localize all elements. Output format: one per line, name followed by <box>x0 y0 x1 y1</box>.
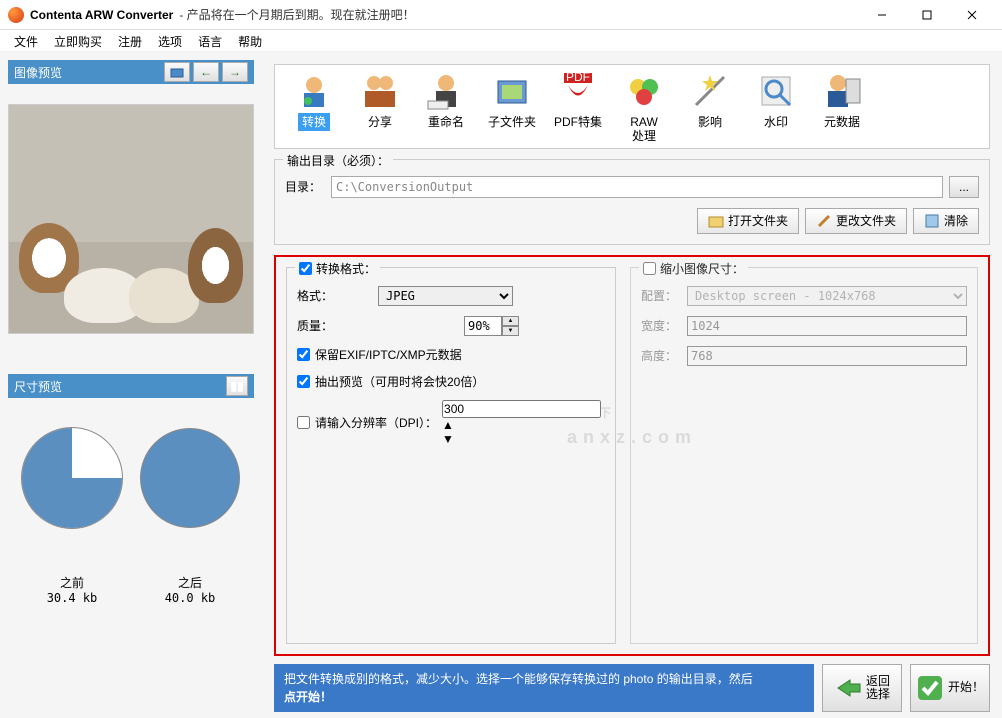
minimize-button[interactable] <box>859 0 904 30</box>
convert-legend: 转换格式： <box>316 260 376 277</box>
menu-language[interactable]: 语言 <box>190 30 230 51</box>
clear-icon <box>924 213 940 229</box>
tab-share[interactable]: 分享 <box>349 71 411 146</box>
format-label: 格式： <box>297 287 372 304</box>
dpi-label: 请输入分辨率（DPI）： <box>315 414 437 431</box>
extract-preview-label: 抽出预览（可用时将会快20倍） <box>315 373 484 390</box>
output-legend: 输出目录（必须）： <box>283 152 393 169</box>
pause-button[interactable]: ▮▮ <box>226 376 248 396</box>
share-icon <box>360 71 400 111</box>
height-label: 高度： <box>641 347 681 364</box>
subfolder-icon <box>492 71 532 111</box>
titlebar: Contenta ARW Converter - 产品将在一个月期后到期。现在就… <box>0 0 1002 30</box>
width-input[interactable] <box>687 316 967 336</box>
dpi-spinner[interactable]: ▲▼ <box>442 400 601 446</box>
before-label: 之前 <box>60 574 84 591</box>
image-preview-header: 图像预览 ← → <box>8 60 254 84</box>
convert-format-checkbox[interactable] <box>299 262 312 275</box>
back-button[interactable]: 返回 选择 <box>822 664 902 712</box>
start-button[interactable]: 开始！ <box>910 664 990 712</box>
convert-format-group: 转换格式： 格式： JPEG 质量： ▲▼ 保留EXIF/IPTC/XMP <box>286 267 616 644</box>
after-pie-icon <box>140 428 240 528</box>
dir-input[interactable] <box>331 176 943 198</box>
watermark-icon <box>756 71 796 111</box>
clear-button[interactable]: 清除 <box>913 208 979 234</box>
metadata-icon <box>822 71 862 111</box>
keep-exif-checkbox[interactable] <box>297 348 310 361</box>
size-comparison: 之前 30.4 kb 之后 40.0 kb <box>8 398 254 615</box>
tab-pdf[interactable]: PDF PDF特集 <box>547 71 609 146</box>
svg-text:PDF: PDF <box>566 71 590 84</box>
tip-box: 把文件转换成别的格式，减少大小。选择一个能够保存转换过的 photo 的输出目录… <box>274 664 814 712</box>
dpi-checkbox[interactable] <box>297 416 310 429</box>
app-subtitle: - 产品将在一个月期后到期。现在就注册吧！ <box>179 6 414 23</box>
menu-file[interactable]: 文件 <box>6 30 46 51</box>
app-icon <box>8 7 24 23</box>
convert-icon <box>294 71 334 111</box>
menu-register[interactable]: 注册 <box>110 30 150 51</box>
menu-options[interactable]: 选项 <box>150 30 190 51</box>
tab-rename[interactable]: 重命名 <box>415 71 477 146</box>
folder-icon <box>708 213 724 229</box>
height-input[interactable] <box>687 346 967 366</box>
bottom-bar: 把文件转换成别的格式，减少大小。选择一个能够保存转换过的 photo 的输出目录… <box>274 664 990 712</box>
browse-button[interactable]: ... <box>949 176 979 198</box>
width-label: 宽度： <box>641 317 681 334</box>
preset-select[interactable]: Desktop screen - 1024x768 <box>687 286 967 306</box>
right-panel: 转换 分享 重命名 子文件夹 PDF PDF特集 RAW 处理 <box>262 52 1002 718</box>
left-panel: 图像预览 ← → 尺寸预览 ▮▮ 之前 30.4 kb 之后 <box>0 52 262 718</box>
change-folder-button[interactable]: 更改文件夹 <box>805 208 907 234</box>
open-folder-button[interactable]: 打开文件夹 <box>697 208 799 234</box>
shrink-group: 缩小图像尺寸： 配置： Desktop screen - 1024x768 宽度… <box>630 267 978 644</box>
shrink-checkbox[interactable] <box>643 262 656 275</box>
tab-raw[interactable]: RAW 处理 <box>613 71 675 146</box>
size-preview-label: 尺寸预览 <box>14 378 62 395</box>
close-button[interactable] <box>949 0 994 30</box>
before-pie-icon <box>22 428 122 528</box>
pdf-icon: PDF <box>558 71 598 111</box>
preset-label: 配置： <box>641 287 681 304</box>
tab-effects[interactable]: 影响 <box>679 71 741 146</box>
keep-exif-label: 保留EXIF/IPTC/XMP元数据 <box>315 346 462 363</box>
tab-convert[interactable]: 转换 <box>283 71 345 146</box>
check-icon <box>916 674 944 702</box>
image-preview-label: 图像预览 <box>14 64 161 81</box>
rename-icon <box>426 71 466 111</box>
maximize-button[interactable] <box>904 0 949 30</box>
tab-watermark[interactable]: 水印 <box>745 71 807 146</box>
tab-strip: 转换 分享 重命名 子文件夹 PDF PDF特集 RAW 处理 <box>274 64 990 149</box>
extract-preview-checkbox[interactable] <box>297 375 310 388</box>
tab-metadata[interactable]: 元数据 <box>811 71 873 146</box>
tab-subfolder[interactable]: 子文件夹 <box>481 71 543 146</box>
menu-help[interactable]: 帮助 <box>230 30 270 51</box>
menu-buy[interactable]: 立即购买 <box>46 30 110 51</box>
pencil-icon <box>816 213 832 229</box>
before-size: 30.4 kb <box>47 591 98 605</box>
shrink-legend: 缩小图像尺寸： <box>660 260 744 277</box>
dir-label: 目录： <box>285 178 325 195</box>
output-directory-group: 输出目录（必须）： 目录： ... 打开文件夹 更改文件夹 清除 <box>274 159 990 245</box>
quality-label: 质量： <box>297 317 372 334</box>
preview-prev-button[interactable]: ← <box>193 62 219 82</box>
convert-panel: 安 下anxz.com 转换格式： 格式： JPEG 质量： ▲▼ <box>274 255 990 656</box>
raw-icon <box>624 71 664 111</box>
preview-next-button[interactable]: → <box>222 62 248 82</box>
menubar: 文件 立即购买 注册 选项 语言 帮助 <box>0 30 1002 52</box>
back-arrow-icon <box>834 674 862 702</box>
quality-spinner[interactable]: ▲▼ <box>464 316 519 336</box>
format-select[interactable]: JPEG <box>378 286 513 306</box>
after-label: 之后 <box>178 574 202 591</box>
preview-refresh-button[interactable] <box>164 62 190 82</box>
effects-icon <box>690 71 730 111</box>
preview-image <box>8 104 254 334</box>
app-title: Contenta ARW Converter <box>30 8 173 22</box>
size-preview-header: 尺寸预览 ▮▮ <box>8 374 254 398</box>
after-size: 40.0 kb <box>165 591 216 605</box>
